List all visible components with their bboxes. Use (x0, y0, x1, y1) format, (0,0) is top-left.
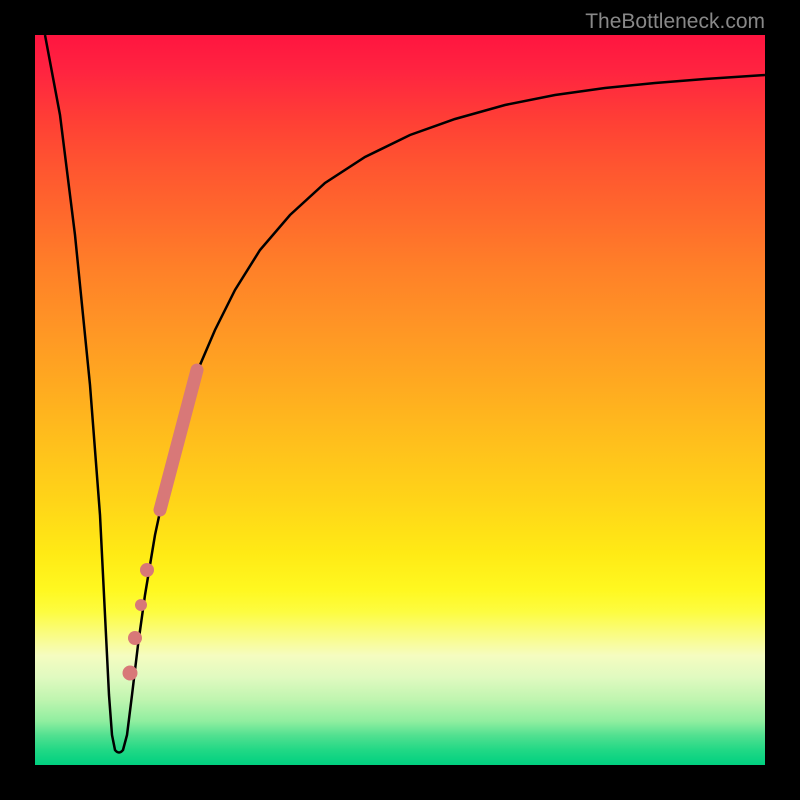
highlight-segment (160, 370, 197, 510)
watermark-text: TheBottleneck.com (585, 10, 765, 34)
highlight-dot-3 (128, 631, 142, 645)
bottleneck-curve (45, 35, 765, 753)
highlight-dot-1 (140, 563, 154, 577)
highlight-dot-2 (135, 599, 147, 611)
chart-svg (35, 35, 765, 765)
highlight-dot-4 (123, 666, 138, 681)
chart-container (35, 35, 765, 765)
